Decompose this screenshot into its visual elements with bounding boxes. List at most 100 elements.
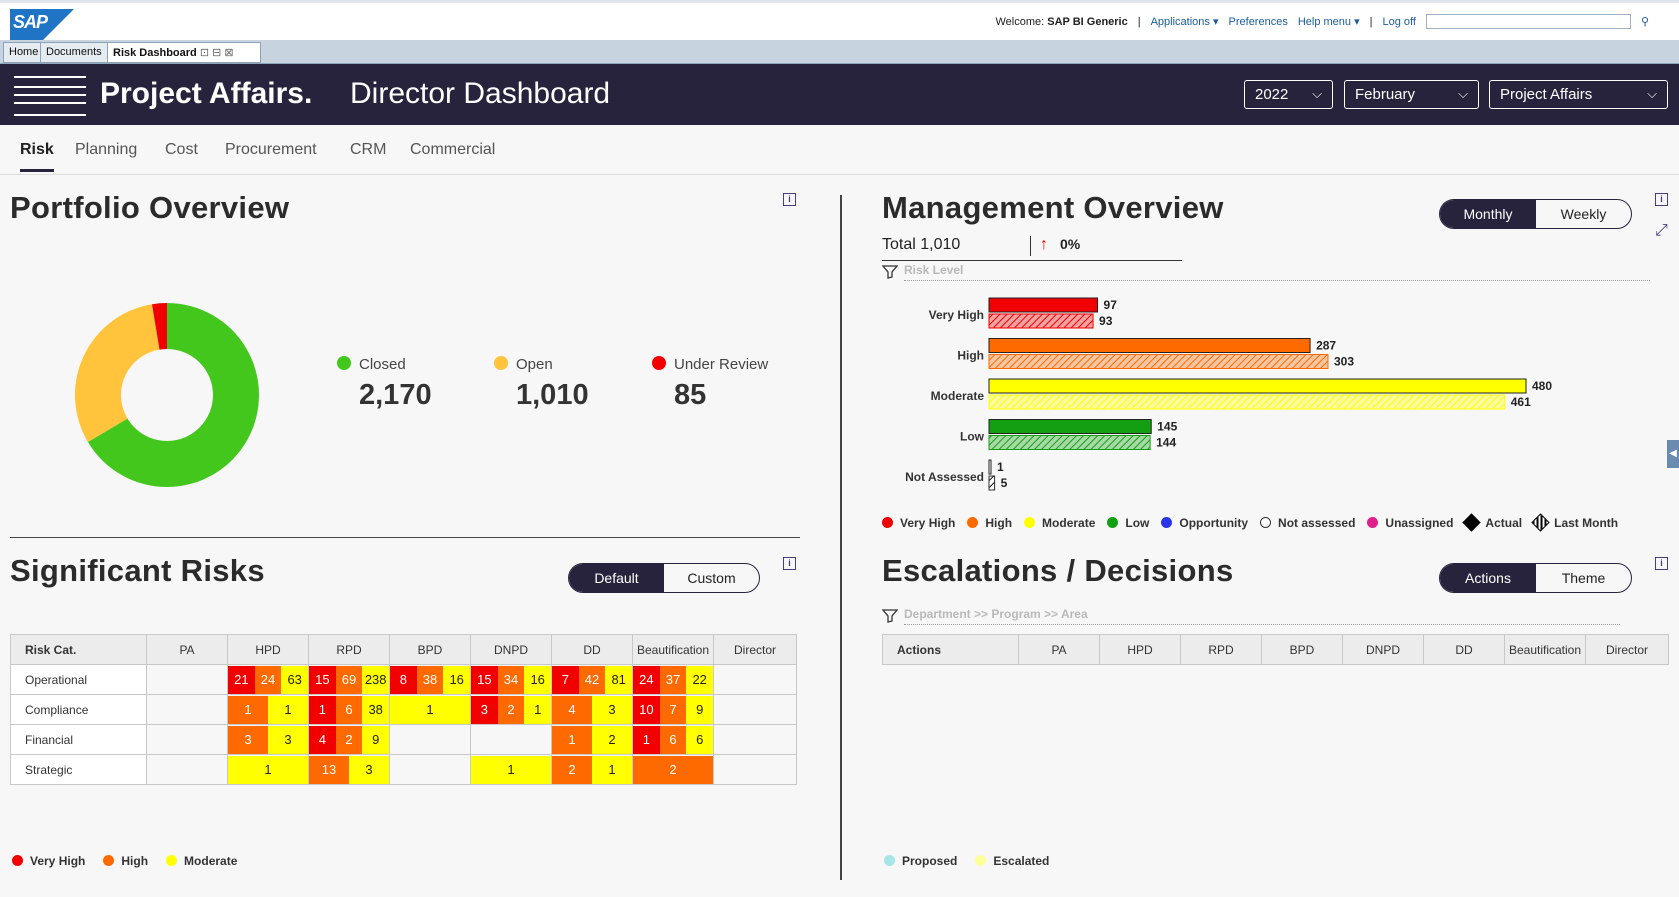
risk-count[interactable]: 1 (524, 695, 552, 724)
default-toggle-button[interactable]: Default (569, 564, 664, 592)
risk-cell[interactable]: 321 (470, 694, 552, 725)
risk-count[interactable]: 3 (592, 695, 632, 724)
tab-risk-dashboard[interactable]: Risk Dashboard ⊡ ⊟ ⊠ (107, 42, 261, 63)
risk-count[interactable]: 3 (349, 755, 389, 784)
search-icon[interactable]: ⚲ (1641, 15, 1649, 28)
risk-cell[interactable]: 43 (551, 694, 633, 725)
risk-count[interactable]: 24 (633, 665, 660, 694)
risk-cell[interactable]: 1 (227, 754, 309, 785)
bar-last-month[interactable] (988, 475, 996, 491)
risk-count[interactable]: 1 (228, 755, 308, 784)
risk-cell[interactable]: 15 69 238 (308, 664, 390, 695)
risk-count[interactable]: 4 (552, 695, 592, 724)
risk-cell[interactable]: 1 (470, 754, 552, 785)
risk-count[interactable]: 81 (605, 665, 633, 694)
bar-actual[interactable] (988, 459, 992, 475)
bar-actual[interactable] (988, 419, 1152, 434)
risk-cell[interactable]: 12 (551, 724, 633, 755)
year-select[interactable]: 2022 ⌵ (1244, 80, 1333, 109)
help-menu[interactable]: Help menu ▾ (1298, 15, 1360, 28)
risk-count[interactable]: 1 (228, 695, 268, 724)
custom-toggle-button[interactable]: Custom (664, 564, 759, 592)
risk-count[interactable]: 34 (497, 665, 525, 694)
risk-count[interactable]: 1 (471, 755, 551, 784)
preferences-link[interactable]: Preferences (1229, 16, 1288, 28)
risk-count[interactable]: 1 (633, 725, 660, 754)
risk-cell[interactable]: 10 7 9 (632, 694, 714, 725)
risk-count[interactable]: 37 (659, 665, 687, 694)
risk-count[interactable]: 42 (578, 665, 606, 694)
risk-count[interactable]: 15 (471, 665, 498, 694)
risk-cell[interactable]: 1 6 38 (308, 694, 390, 725)
risk-count[interactable]: 15 (309, 665, 336, 694)
risk-count[interactable]: 6 (659, 725, 687, 754)
tab-procurement[interactable]: Procurement (225, 141, 317, 159)
risk-cell[interactable]: 33 (227, 724, 309, 755)
info-icon[interactable]: i (1655, 557, 1668, 570)
tab-crm[interactable]: CRM (350, 141, 386, 159)
bar-actual[interactable] (988, 338, 1311, 353)
risk-count[interactable]: 9 (686, 695, 714, 724)
risk-cell[interactable]: 21 (551, 754, 633, 785)
risk-count[interactable]: 9 (362, 725, 390, 754)
filter-icon[interactable] (882, 265, 898, 279)
side-panel-handle[interactable]: ◀ (1667, 440, 1679, 468)
risk-count[interactable]: 2 (497, 695, 525, 724)
expand-icon[interactable]: ⤢ (1655, 222, 1668, 240)
risk-count[interactable]: 16 (524, 665, 552, 694)
filter-icon[interactable] (882, 609, 898, 623)
risk-count[interactable]: 1 (309, 695, 336, 724)
tab-options-icon[interactable]: ⊡ ⊟ ⊠ (200, 47, 234, 59)
risk-cell[interactable]: 1 (389, 694, 471, 725)
applications-menu[interactable]: Applications ▾ (1151, 15, 1219, 28)
risk-count[interactable]: 1 (390, 695, 470, 724)
bar-actual[interactable] (988, 378, 1527, 394)
risk-cell[interactable]: 8 38 16 (389, 664, 471, 695)
tab-risk[interactable]: Risk (20, 141, 54, 172)
risk-count[interactable]: 1 (552, 725, 592, 754)
logoff-link[interactable]: Log off (1382, 16, 1415, 28)
tab-cost[interactable]: Cost (165, 141, 198, 159)
risk-count[interactable]: 10 (633, 695, 660, 724)
info-icon[interactable]: i (783, 193, 796, 206)
risk-count[interactable]: 21 (228, 665, 255, 694)
search-input[interactable] (1425, 14, 1631, 29)
risk-count[interactable]: 8 (390, 665, 417, 694)
risk-cell[interactable]: 429 (308, 724, 390, 755)
risk-count[interactable]: 238 (362, 665, 390, 694)
risk-cell[interactable]: 2 (632, 754, 714, 785)
weekly-toggle-button[interactable]: Weekly (1536, 200, 1631, 228)
risk-count[interactable]: 63 (281, 665, 309, 694)
risk-count[interactable]: 2 (633, 755, 713, 784)
risk-count[interactable]: 16 (443, 665, 471, 694)
risk-count[interactable]: 4 (309, 725, 336, 754)
risk-cell[interactable]: 24 37 22 (632, 664, 714, 695)
tab-documents[interactable]: Documents (40, 42, 108, 63)
risk-cell[interactable]: 15 34 16 (470, 664, 552, 695)
risk-cell[interactable]: 11 (227, 694, 309, 725)
month-select[interactable]: February ⌵ (1344, 80, 1479, 109)
risk-cell[interactable]: 13 3 (308, 754, 390, 785)
risk-count[interactable]: 2 (552, 755, 592, 784)
bar-last-month[interactable] (988, 435, 1151, 450)
risk-count[interactable]: 2 (592, 725, 632, 754)
tab-commercial[interactable]: Commercial (410, 141, 495, 159)
risk-count[interactable]: 69 (335, 665, 363, 694)
bar-last-month[interactable] (988, 354, 1329, 369)
bar-actual[interactable] (988, 297, 1099, 313)
info-icon[interactable]: i (783, 557, 796, 570)
bar-last-month[interactable] (988, 313, 1094, 329)
risk-cell[interactable]: 7 42 81 (551, 664, 633, 695)
monthly-toggle-button[interactable]: Monthly (1440, 200, 1536, 228)
risk-count[interactable]: 6 (686, 725, 714, 754)
tab-home[interactable]: Home (3, 42, 45, 63)
risk-count[interactable]: 22 (686, 665, 714, 694)
organization-select[interactable]: Project Affairs ⌵ (1489, 80, 1668, 109)
risk-count[interactable]: 7 (659, 695, 687, 724)
bar-last-month[interactable] (988, 394, 1506, 410)
risk-count[interactable]: 38 (362, 695, 390, 724)
tab-planning[interactable]: Planning (75, 141, 137, 159)
risk-cell[interactable]: 166 (632, 724, 714, 755)
risk-count[interactable]: 3 (471, 695, 498, 724)
risk-count[interactable]: 3 (268, 725, 308, 754)
